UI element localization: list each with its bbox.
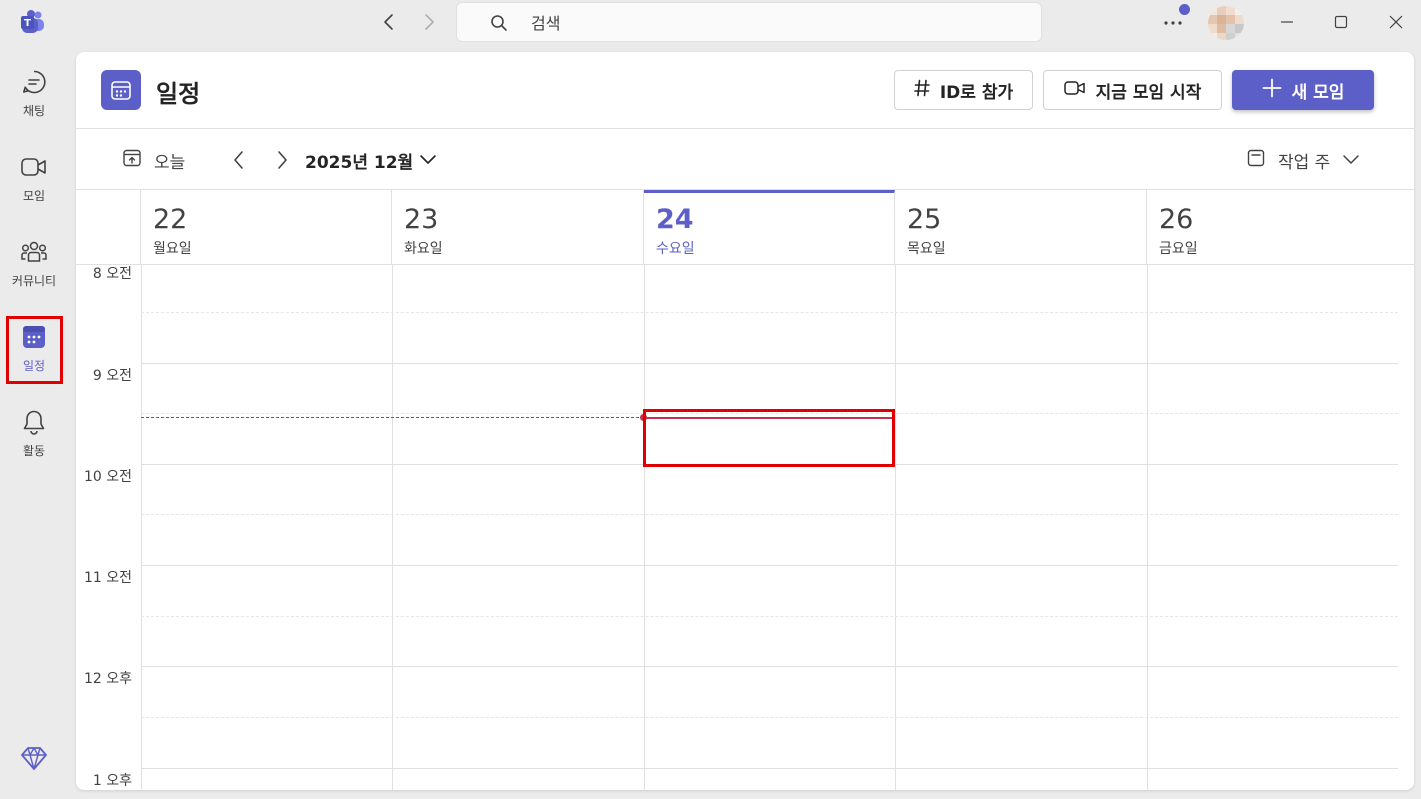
today-button[interactable]: 오늘 <box>122 148 185 173</box>
day-header[interactable]: 26 금요일 <box>1147 190 1414 265</box>
hash-icon <box>914 79 930 102</box>
video-icon <box>20 153 48 181</box>
rail-label-community: 커뮤니티 <box>11 274 57 288</box>
grid-column-divider <box>392 265 393 790</box>
title-bar: T <box>0 0 1421 46</box>
time-label: 12 오후 <box>83 671 132 687</box>
grid-column-divider <box>141 265 142 790</box>
day-number: 23 <box>404 204 439 235</box>
new-meeting-label: 새 모임 <box>1291 82 1345 103</box>
forward-button[interactable] <box>418 11 440 33</box>
half-hour-line <box>141 717 1398 718</box>
calendar-icon <box>101 70 141 110</box>
time-label: 8 오전 <box>92 266 132 282</box>
current-time-line <box>141 417 644 418</box>
day-number: 24 <box>656 204 694 235</box>
rail-item-chat[interactable]: 채팅 <box>0 68 68 138</box>
maximize-button[interactable] <box>1329 11 1353 33</box>
join-with-id-label: ID로 참가 <box>939 82 1014 103</box>
rail-item-community[interactable]: 커뮤니티 <box>0 238 68 308</box>
minimize-button[interactable] <box>1275 11 1299 33</box>
community-icon <box>20 238 48 266</box>
search-icon <box>490 14 508 36</box>
time-label: 11 오전 <box>83 570 132 586</box>
hour-line <box>141 666 1398 667</box>
more-options-button[interactable] <box>1160 12 1186 34</box>
time-label: 9 오전 <box>92 368 132 384</box>
back-button[interactable] <box>378 11 400 33</box>
new-meeting-button[interactable]: 새 모임 <box>1232 70 1374 110</box>
notification-badge <box>1179 4 1190 15</box>
half-hour-line <box>141 514 1398 515</box>
page-header: 일정 ID로 참가 지금 모임 시작 새 모임 <box>76 52 1414 129</box>
day-name: 금요일 <box>1159 241 1198 257</box>
search-box[interactable] <box>456 2 1042 42</box>
calendar-toolbar: 오늘 2025년 12월 작업 주 <box>76 129 1414 190</box>
rail-label-activity: 활동 <box>22 444 46 458</box>
view-switcher[interactable]: 작업 주 <box>1246 148 1360 173</box>
day-name: 목요일 <box>907 241 946 257</box>
meet-now-button[interactable]: 지금 모임 시작 <box>1043 70 1222 110</box>
chevron-down-icon <box>1342 151 1360 171</box>
rail-item-meet[interactable]: 모임 <box>0 153 68 223</box>
search-input[interactable] <box>531 9 1011 37</box>
day-header[interactable]: 22 월요일 <box>141 190 392 265</box>
view-label: 작업 주 <box>1278 153 1331 173</box>
plus-icon <box>1262 78 1282 103</box>
view-icon <box>1246 148 1266 173</box>
rail-selection-highlight <box>6 316 63 384</box>
day-header[interactable]: 25 목요일 <box>895 190 1147 265</box>
teams-logo-icon: T <box>20 9 46 35</box>
rail-item-activity[interactable]: 활동 <box>0 408 68 478</box>
diamond-icon[interactable] <box>20 744 48 772</box>
grid-corner <box>76 190 141 265</box>
day-header-today[interactable]: 24 수요일 <box>644 190 895 265</box>
time-label: 1 오후 <box>92 773 132 789</box>
meet-now-label: 지금 모임 시작 <box>1095 82 1202 103</box>
chevron-down-icon[interactable] <box>419 151 437 170</box>
day-name: 수요일 <box>656 241 695 257</box>
grid-column-divider <box>1147 265 1148 790</box>
hour-line <box>141 768 1398 769</box>
grid-column-divider <box>644 265 645 790</box>
chat-icon <box>20 68 48 96</box>
rail-label-chat: 채팅 <box>22 104 46 118</box>
calendar-panel: 일정 ID로 참가 지금 모임 시작 새 모임 오늘 2025년 12월 작업 … <box>76 52 1414 790</box>
selected-time-slot[interactable] <box>643 409 895 467</box>
bell-icon <box>20 408 48 436</box>
day-name: 화요일 <box>404 241 443 257</box>
close-button[interactable] <box>1384 11 1408 33</box>
day-number: 22 <box>153 204 188 235</box>
half-hour-line <box>141 616 1398 617</box>
day-number: 26 <box>1159 204 1194 235</box>
svg-text:T: T <box>24 18 31 29</box>
next-week-button[interactable] <box>272 150 292 170</box>
join-with-id-button[interactable]: ID로 참가 <box>894 70 1033 110</box>
half-hour-line <box>141 312 1398 313</box>
hour-line <box>141 565 1398 566</box>
time-label: 10 오전 <box>83 469 132 485</box>
page-title: 일정 <box>156 80 201 108</box>
previous-week-button[interactable] <box>229 150 249 170</box>
today-label: 오늘 <box>154 153 186 173</box>
day-number: 25 <box>907 204 942 235</box>
calendar-today-icon <box>122 148 142 173</box>
hour-line <box>141 363 1398 364</box>
day-header[interactable]: 23 화요일 <box>392 190 644 265</box>
video-icon <box>1063 80 1086 101</box>
rail-label-meet: 모임 <box>22 189 46 203</box>
month-picker[interactable]: 2025년 12월 <box>305 148 413 173</box>
day-name: 월요일 <box>153 241 192 257</box>
avatar[interactable] <box>1208 6 1244 40</box>
grid-column-divider <box>895 265 896 790</box>
